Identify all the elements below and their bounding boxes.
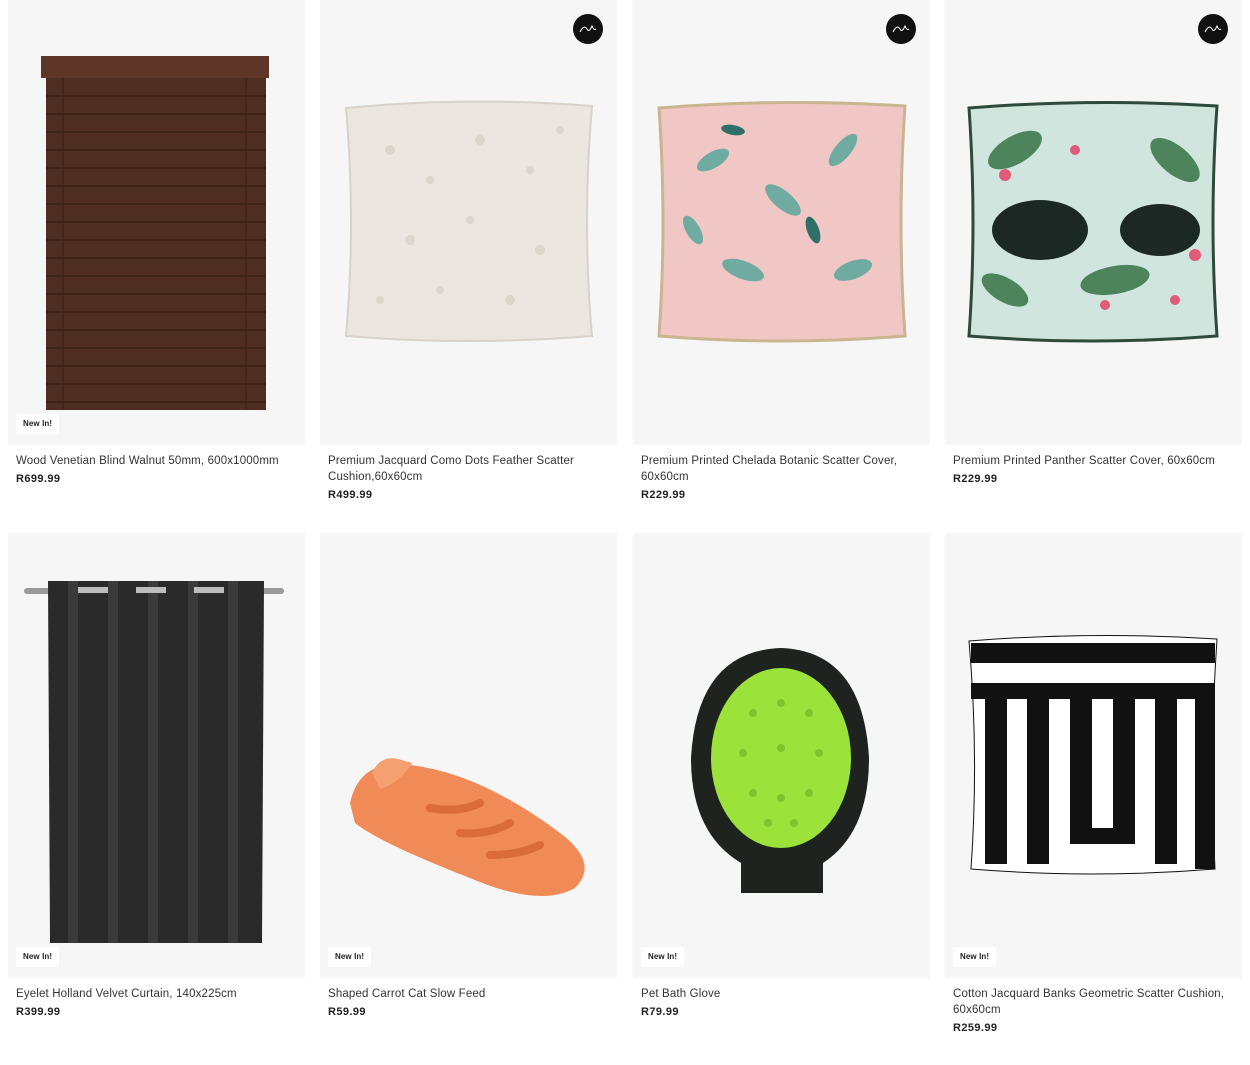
product-card[interactable]: New In! Eyelet Holland Velvet Curtain, 1… [8,533,305,1019]
new-in-badge: New In! [641,947,685,967]
product-name[interactable]: Premium Printed Chelada Botanic Scatter … [641,453,922,485]
carrot-feeder-image [350,758,585,896]
product-image[interactable]: New In! [8,0,305,445]
product-price: R699.99 [16,473,61,485]
bath-glove-image [691,648,869,893]
product-image[interactable] [320,0,617,445]
extra-brand-logo [886,14,916,44]
product-card[interactable]: New In! Pet Bath Glove R79.99 [633,533,930,1019]
panther-cushion-image [967,100,1219,343]
venetian-blind-image [41,56,269,410]
product-image[interactable] [945,0,1242,445]
product-price: R499.99 [328,489,373,501]
product-card[interactable]: New In! Cotton Jacquard Banks Geometric … [945,533,1242,1035]
product-name[interactable]: Shaped Carrot Cat Slow Feed [328,986,609,1002]
product-name[interactable]: Premium Jacquard Como Dots Feather Scatt… [328,453,609,485]
product-name[interactable]: Premium Printed Panther Scatter Cover, 6… [953,453,1234,469]
extra-brand-logo [573,14,603,44]
product-name[interactable]: Pet Bath Glove [641,986,922,1002]
velvet-curtain-image [24,581,284,943]
product-image[interactable]: New In! [8,533,305,978]
product-image[interactable] [633,0,930,445]
product-price: R399.99 [16,1006,61,1018]
product-card[interactable]: Premium Printed Chelada Botanic Scatter … [633,0,930,502]
product-image[interactable]: New In! [633,533,930,978]
extra-script-icon [579,24,597,33]
extra-script-icon [1204,24,1222,33]
botanic-cushion-image [657,100,907,343]
product-price: R59.99 [328,1006,366,1018]
product-card[interactable]: Premium Jacquard Como Dots Feather Scatt… [320,0,617,502]
product-price: R229.99 [641,489,686,501]
geometric-cushion-image [968,634,1218,875]
product-price: R259.99 [953,1022,998,1034]
product-image[interactable]: New In! [945,533,1242,978]
new-in-badge: New In! [16,414,60,434]
product-name[interactable]: Cotton Jacquard Banks Geometric Scatter … [953,986,1234,1018]
new-in-badge: New In! [953,947,997,967]
white-cushion-image [344,100,594,342]
product-name[interactable]: Wood Venetian Blind Walnut 50mm, 600x100… [16,453,297,469]
product-price: R229.99 [953,473,998,485]
new-in-badge: New In! [16,947,60,967]
product-name[interactable]: Eyelet Holland Velvet Curtain, 140x225cm [16,986,297,1002]
extra-brand-logo [1198,14,1228,44]
product-price: R79.99 [641,1006,679,1018]
product-image[interactable]: New In! [320,533,617,978]
new-in-badge: New In! [328,947,372,967]
extra-script-icon [892,24,910,33]
product-grid: New In! Wood Venetian Blind Walnut 50mm,… [0,0,1250,1065]
product-card[interactable]: New In! Wood Venetian Blind Walnut 50mm,… [8,0,305,486]
product-card[interactable]: Premium Printed Panther Scatter Cover, 6… [945,0,1242,486]
product-card[interactable]: New In! Shaped Carrot Cat Slow Feed R59.… [320,533,617,1019]
